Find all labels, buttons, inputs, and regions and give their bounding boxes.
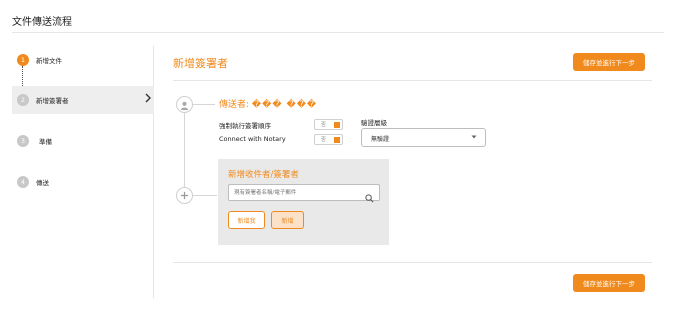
step-add-signers[interactable]: 2 新增簽署者 [12, 86, 154, 114]
step-prepare[interactable]: 3 準備 [12, 127, 154, 155]
recipient-panel-title: 新增收件者/簽署者 [228, 170, 299, 180]
chevron-right-icon [144, 92, 152, 106]
toggle-knob [334, 122, 340, 128]
save-next-button-bottom[interactable]: 儲存並進行下一步 [573, 274, 645, 292]
recipient-search-input[interactable] [229, 185, 365, 200]
sender-name: ��� ��� [251, 100, 318, 110]
section-title: 新增簽署者 [173, 57, 228, 70]
sender-line: 傳送者: ��� ��� [219, 97, 317, 110]
add-button[interactable]: 新增 [271, 211, 304, 229]
auth-level-value: 無驗證 [371, 136, 390, 143]
step-label: 準備 [39, 138, 52, 146]
sender-avatar [176, 96, 193, 113]
steps-sidebar: 1 新增文件 2 新增簽署者 3 準備 4 傳送 [12, 46, 154, 298]
step-send[interactable]: 4 傳送 [12, 168, 154, 196]
search-icon[interactable] [365, 188, 374, 203]
sender-connector [193, 104, 215, 105]
auth-level-select[interactable]: 無驗證 [361, 128, 486, 147]
step-number: 1 [17, 54, 29, 66]
plus-icon [180, 190, 189, 202]
page-title: 文件傳送流程 [12, 17, 72, 28]
step-label: 新增文件 [36, 57, 62, 65]
sender-prefix: 傳送者: [219, 100, 250, 110]
enforce-order-toggle[interactable]: 否 [314, 119, 343, 130]
step-connector [22, 66, 23, 86]
toggle-text: 否 [321, 122, 327, 128]
timeline-line [184, 112, 185, 190]
add-me-button[interactable]: 新增我 [228, 211, 265, 229]
user-icon [180, 95, 189, 114]
recipient-search [228, 184, 380, 203]
toggle-knob [334, 137, 340, 143]
caret-down-icon [471, 134, 477, 142]
enforce-order-label: 強制執行簽署順序 [219, 122, 271, 130]
add-recipient-circle[interactable] [176, 187, 193, 204]
recipient-panel: 新增收件者/簽署者 新增我 新增 [218, 159, 389, 245]
step-add-document[interactable]: 1 新增文件 [12, 46, 154, 74]
notary-toggle[interactable]: 否 [314, 134, 343, 145]
toggle-text: 否 [321, 137, 327, 143]
top-divider [12, 32, 664, 33]
section-divider-top [173, 80, 652, 81]
section-divider-bottom [173, 262, 652, 263]
step-number: 4 [17, 176, 29, 188]
step-number: 3 [17, 135, 29, 147]
step-number: 2 [17, 94, 29, 106]
notary-label: Connect with Notary [219, 135, 286, 143]
auth-level-label: 驗證層級 [361, 119, 387, 127]
save-next-button-top[interactable]: 儲存並進行下一步 [573, 53, 645, 71]
panel-connector [193, 195, 217, 196]
step-label: 新增簽署者 [36, 97, 69, 105]
step-label: 傳送 [36, 179, 49, 187]
